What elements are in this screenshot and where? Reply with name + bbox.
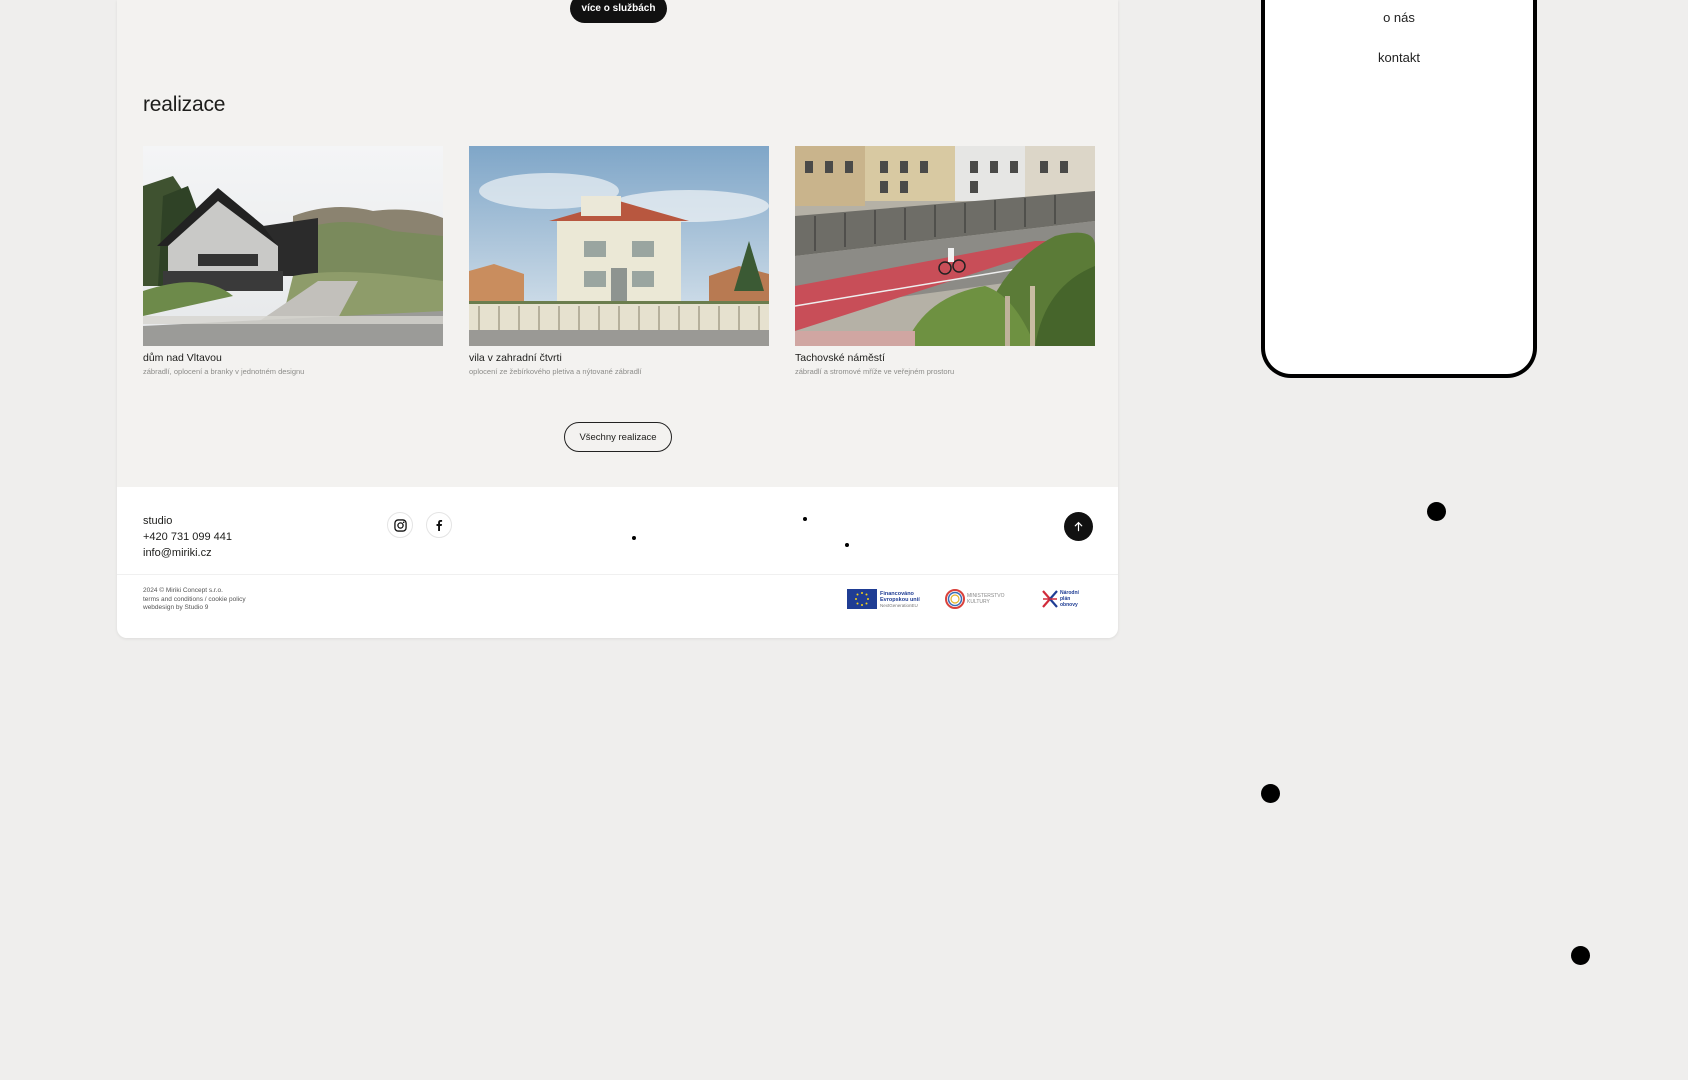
eu-flag-logo: Financováno Evropskou unií NextGeneratio…: [847, 589, 920, 609]
project-image-tachovske-square[interactable]: [795, 146, 1095, 346]
terms-link[interactable]: terms and conditions / cookie policy: [143, 596, 246, 605]
footer-divider: [117, 574, 1118, 575]
npo-line3: obnovy: [1060, 602, 1078, 608]
footer-contact: studio +420 731 099 441 info@miriki.cz: [143, 513, 232, 561]
decorative-dot: [632, 536, 636, 540]
scroll-top-button[interactable]: [1064, 512, 1093, 541]
instagram-icon: [393, 518, 407, 532]
phone-mockup: o nás kontakt: [1261, 0, 1537, 378]
page-card: více o službách realizace dům nad Vltavo…: [117, 0, 1118, 638]
footer-legal: 2024 © Miriki Concept s.r.o. terms and c…: [143, 587, 246, 613]
project-subtitle: oplocení ze žebírkového pletiva a nýtova…: [469, 367, 642, 376]
project-subtitle: zábradlí, oplocení a branky v jednotném …: [143, 367, 305, 376]
project-card[interactable]: vila v zahradní čtvrti oplocení ze žebír…: [469, 146, 769, 376]
project-card[interactable]: dům nad Vltavou zábradlí, oplocení a bra…: [143, 146, 443, 376]
ministry-of-culture-logo: MINISTERSTVO KULTURY: [945, 589, 1005, 609]
national-recovery-plan-logo: Národní plán obnovy: [1042, 590, 1080, 608]
more-services-button[interactable]: více o službách: [570, 0, 667, 23]
arrow-up-icon: [1074, 521, 1083, 532]
project-subtitle: zábradlí a stromové mříže ve veřejném pr…: [795, 367, 955, 376]
phone-link[interactable]: +420 731 099 441: [143, 529, 232, 545]
footer: studio +420 731 099 441 info@miriki.cz 2…: [117, 487, 1118, 638]
credit-link[interactable]: webdesign by Studio 9: [143, 604, 246, 613]
decorative-dot: [1261, 784, 1280, 803]
all-projects-button[interactable]: Všechny realizace: [564, 422, 672, 452]
email-link[interactable]: info@miriki.cz: [143, 545, 232, 561]
decorative-dot: [1571, 946, 1590, 965]
eu-line3: NextGenerationEU: [880, 603, 918, 608]
project-title[interactable]: Tachovské náměstí: [795, 352, 1095, 364]
decorative-dot: [845, 543, 849, 547]
project-image-villa[interactable]: [469, 146, 769, 346]
facebook-icon: [436, 520, 443, 531]
project-card[interactable]: Tachovské náměstí zábradlí a stromové mř…: [795, 146, 1095, 376]
funding-logos: Financováno Evropskou unií NextGeneratio…: [847, 587, 1097, 611]
studio-label: studio: [143, 515, 173, 527]
section-title-realizace: realizace: [143, 93, 226, 116]
project-title[interactable]: dům nad Vltavou: [143, 352, 443, 364]
project-title[interactable]: vila v zahradní čtvrti: [469, 352, 769, 364]
phone-menu-item-about[interactable]: o nás: [1265, 10, 1533, 25]
mk-line2: KULTURY: [967, 599, 991, 605]
phone-menu-item-contact[interactable]: kontakt: [1265, 50, 1533, 65]
copyright-text: 2024 © Miriki Concept s.r.o.: [143, 587, 223, 594]
decorative-dot: [1427, 502, 1446, 521]
instagram-button[interactable]: [387, 512, 413, 538]
decorative-dot: [803, 517, 807, 521]
facebook-button[interactable]: [426, 512, 452, 538]
project-image-house-vltava[interactable]: [143, 146, 443, 346]
